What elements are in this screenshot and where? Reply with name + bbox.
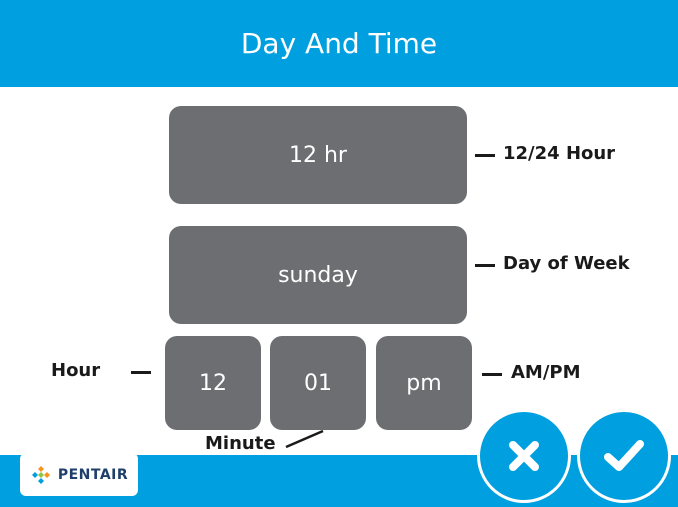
screen-header: Day And Time (0, 0, 678, 87)
annotation-hour-format: 12/24 Hour (503, 143, 616, 164)
annotation-day-of-week: Day of Week (503, 253, 630, 274)
annotation-line (475, 154, 495, 157)
annotation-line (285, 429, 324, 449)
hour-format-button[interactable]: 12 hr (169, 106, 467, 204)
annotation-line (131, 371, 151, 374)
checkmark-icon (604, 440, 644, 471)
hour-value: 12 (199, 370, 227, 396)
pentair-logo: PENTAIR (20, 453, 138, 496)
ampm-value: pm (406, 370, 442, 396)
minute-value: 01 (304, 370, 332, 396)
cancel-button[interactable] (477, 409, 571, 503)
annotation-hour: Hour (51, 360, 101, 381)
day-of-week-button[interactable]: sunday (169, 226, 467, 324)
hour-format-value: 12 hr (289, 142, 347, 168)
confirm-button[interactable] (577, 409, 671, 503)
brand-name: PENTAIR (57, 466, 129, 483)
annotation-minute: Minute (205, 433, 276, 454)
screen-title: Day And Time (240, 27, 438, 60)
ampm-button[interactable]: pm (376, 336, 472, 430)
pentair-logo-icon (30, 464, 51, 485)
hour-button[interactable]: 12 (165, 336, 261, 430)
close-icon (509, 441, 539, 471)
annotation-line (475, 264, 495, 267)
minute-button[interactable]: 01 (270, 336, 366, 430)
annotation-line (482, 373, 502, 376)
day-of-week-value: sunday (278, 262, 358, 288)
annotation-ampm: AM/PM (511, 362, 581, 383)
